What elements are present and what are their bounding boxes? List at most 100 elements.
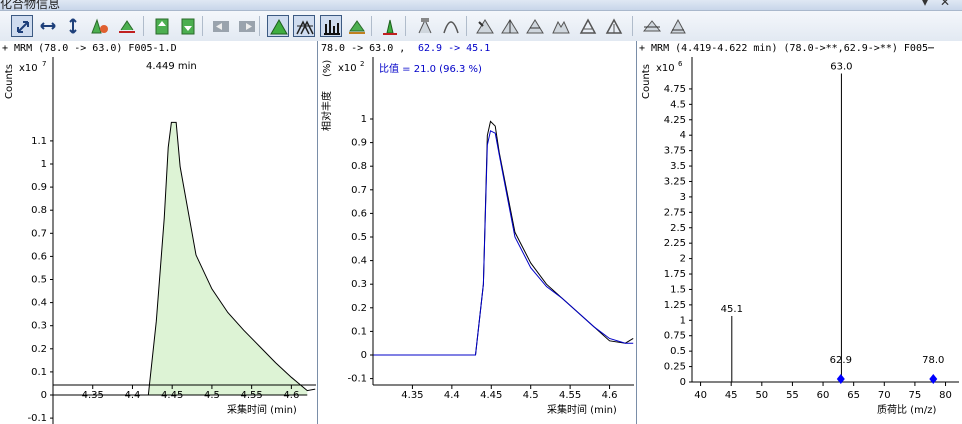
peak-shape-button[interactable] [440,15,462,37]
qualifier-header-secondary: 62.9 -> 45.1 [418,43,490,54]
chromatogram-y-tick-label: 0 [41,390,47,401]
merge-peak-icon [552,20,570,34]
spectrum-y-tick-label: 0.25 [664,362,686,373]
reset-icon [670,18,686,34]
toolbar-separator [143,16,144,36]
zoom-x-button[interactable] [37,15,59,37]
chromatogram-x-tick-label: 4.55 [241,390,263,401]
restore-button[interactable] [641,15,663,37]
manual-integrate-icon [476,19,494,34]
spectrum-y-tick-label: 1.75 [664,269,686,280]
merge-peak-button[interactable] [550,15,572,37]
qualifier-y-tick-label: 0.5 [351,232,367,243]
qualifier-y-tick-label: 0.2 [351,303,367,314]
integration-marker-button[interactable] [603,15,625,37]
show-spectrum-button[interactable] [320,15,342,37]
qualifier-y-unit: (%) [322,60,333,77]
chromatogram-peak-label: 4.449 min [146,61,197,72]
chromatogram-panel[interactable]: + MRM (78.0 -> 63.0) F005-1.D Counts x10… [0,41,318,424]
chromatogram-y-title: Counts [4,64,15,99]
chromatogram-plot[interactable]: + MRM (78.0 -> 63.0) F005-1.D Counts x10… [0,41,317,424]
show-chromatogram-button[interactable] [267,15,289,37]
move-up-icon [155,18,169,35]
window-title: 化合物信息 [0,0,61,11]
spectrum-y-tick-label: 0.75 [664,331,686,342]
clear-integration-button[interactable] [577,15,599,37]
spectrum-x-tick-label: 80 [939,390,952,401]
spectrum-plot[interactable]: + MRM (4.419-4.622 min) (78.0->**,62.9->… [637,41,962,424]
zoom-xy-button[interactable] [11,15,33,37]
auto-scale-button[interactable] [346,15,368,37]
qualifier-y-tick-label: 0.9 [351,138,367,149]
single-peak-icon [383,19,397,35]
qualifier-trace-2 [373,130,634,356]
qualifier-x-tick-label: 4.35 [401,390,423,401]
peak-shape-icon [443,21,459,34]
spectrum-y-tick-label: 0 [680,377,686,388]
spectrum-x-tick-label: 40 [694,390,707,401]
clear-integration-icon [579,18,597,34]
toolbar [0,11,962,42]
chromatogram-y-tick-label: -0.1 [27,413,47,424]
spectrum-x-tick-label: 55 [786,390,799,401]
spectrum-y-exponent: 6 [678,60,683,68]
manual-integrate-button[interactable] [474,15,496,37]
previous-button[interactable] [210,15,232,37]
peak-label-button[interactable] [414,15,436,37]
chromatogram-x-tick-label: 4.5 [204,390,220,401]
chromatogram-y-tick-label: 0.1 [31,367,47,378]
spectrum-y-tick-label: 2.5 [670,223,686,234]
move-down-icon [181,18,195,35]
qualifier-x-tick-label: 4.5 [523,390,539,401]
qualifier-x-title: 采集时间 (min) [547,403,617,416]
baseline-icon [119,20,135,33]
chromatogram-y-tick-label: 0.7 [31,228,47,239]
spectrum-y-tick-label: 3.25 [664,176,686,187]
toolbar-separator [259,16,260,36]
chromatogram-y-tick-label: 0.3 [31,321,47,332]
spectrum-y-tick-label: 0.5 [670,346,686,357]
chromatogram-y-tick-label: 0.9 [31,182,47,193]
spectrum-y-tick-label: 1.5 [670,284,686,295]
chromatogram-x-tick-label: 4.35 [82,390,104,401]
qualifier-y-tick-label: -0.1 [347,374,367,385]
qualifier-panel[interactable]: 78.0 -> 63.0 , 62.9 -> 45.1 相对丰度 (%) x10… [318,41,637,424]
spectrum-panel[interactable]: + MRM (4.419-4.622 min) (78.0->**,62.9->… [637,41,962,424]
peak-label-icon [418,18,432,34]
overlay-peaks-button[interactable] [293,15,315,37]
chromatogram-peak-area [148,122,308,396]
auto-scale-icon [349,20,365,34]
chromatogram-y-tick-label: 1 [41,159,47,170]
split-peak-icon [501,19,519,34]
qualifier-ratio: 比值 = 21.0 (96.3 %) [379,62,482,75]
close-icon[interactable]: ✕ [940,0,950,9]
split-peak-button[interactable] [499,15,521,37]
qualifier-y-multiplier: x10 [338,63,357,74]
pin-icon[interactable]: ▾ [922,0,928,9]
spectrum-x-tick-label: 50 [755,390,768,401]
move-up-button[interactable] [151,15,173,37]
spectrum-header: + MRM (4.419-4.622 min) (78.0->**,62.9->… [639,43,934,54]
drop-baseline-button[interactable] [524,15,546,37]
spectrum-y-tick-label: 4.75 [664,84,686,95]
spectrum-x-tick-label: 70 [878,390,891,401]
qualifier-plot[interactable]: 78.0 -> 63.0 , 62.9 -> 45.1 相对丰度 (%) x10… [318,41,636,424]
integrate-peak-button[interactable] [89,15,111,37]
previous-icon [213,21,229,32]
single-peak-button[interactable] [379,15,401,37]
next-button[interactable] [236,15,258,37]
move-down-button[interactable] [177,15,199,37]
spectrum-y-title: Counts [641,64,652,99]
chromatogram-y-tick-label: 1.1 [31,136,47,147]
qualifier-header-primary: 78.0 -> 63.0 , [321,43,405,54]
toolbar-separator [202,16,203,36]
chromatogram-y-tick-label: 0.6 [31,251,47,262]
baseline-button[interactable] [116,15,138,37]
qualifier-y-tick-label: 0 [361,350,367,361]
qualifier-y-tick-label: 0.4 [351,256,367,267]
reset-button[interactable] [667,15,689,37]
chromatogram-y-multiplier: x10 [19,63,38,74]
zoom-y-button[interactable] [62,15,84,37]
spectrum-y-tick-label: 3.75 [664,146,686,157]
qualifier-y-title: 相对丰度 [320,91,333,131]
